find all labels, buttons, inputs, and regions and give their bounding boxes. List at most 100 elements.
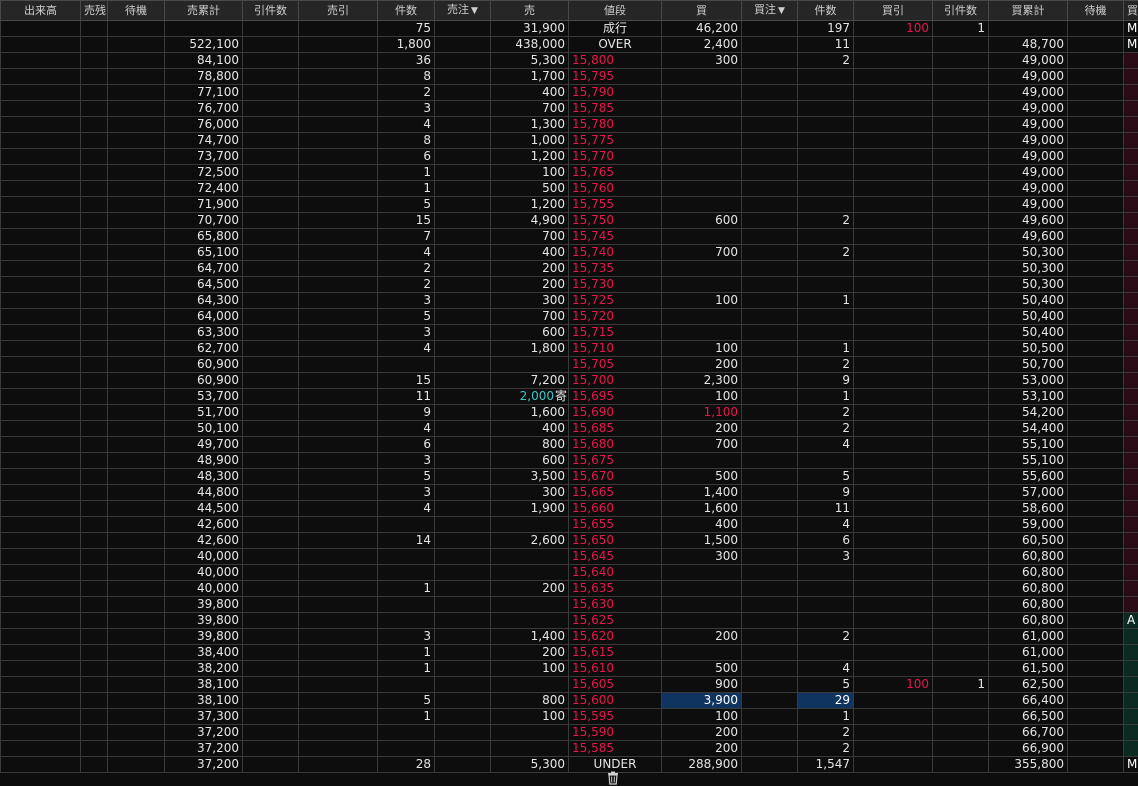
sell-order-cell[interactable] bbox=[434, 644, 491, 661]
header-buy-order[interactable]: 買注 ▼ bbox=[741, 0, 798, 21]
buy-order-cell[interactable] bbox=[741, 532, 798, 549]
header-price[interactable]: 値段 bbox=[568, 0, 662, 21]
sell-order-cell[interactable] bbox=[434, 180, 491, 197]
buy-order-cell[interactable] bbox=[741, 756, 798, 773]
order-book-row[interactable]: 37,300 1 100 15,595 100 1 66,500 bbox=[0, 708, 1138, 725]
header-sell-cumulative[interactable]: 売累計 bbox=[164, 0, 243, 21]
sell-order-cell[interactable] bbox=[434, 372, 491, 389]
sell-order-cell[interactable] bbox=[434, 148, 491, 165]
sell-order-cell[interactable] bbox=[434, 452, 491, 469]
order-book-row[interactable]: 74,700 8 1,000 15,775 49,000 bbox=[0, 132, 1138, 149]
buy-order-cell[interactable] bbox=[741, 52, 798, 69]
sell-order-cell[interactable] bbox=[434, 36, 491, 53]
buy-order-cell[interactable] bbox=[741, 212, 798, 229]
order-book-row[interactable]: 76,000 4 1,300 15,780 49,000 bbox=[0, 116, 1138, 133]
header-sell[interactable]: 売 bbox=[490, 0, 569, 21]
header-buy[interactable]: 買 bbox=[661, 0, 742, 21]
order-book-row[interactable]: 40,000 1 200 15,635 60,800 bbox=[0, 580, 1138, 597]
order-book-row[interactable]: 40,000 15,645 300 3 60,800 bbox=[0, 548, 1138, 565]
order-book-row[interactable]: 72,400 1 500 15,760 49,000 bbox=[0, 180, 1138, 197]
header-sell-pull[interactable]: 売引 bbox=[298, 0, 378, 21]
order-book-row[interactable]: 63,300 3 600 15,715 50,400 bbox=[0, 324, 1138, 341]
order-book-row[interactable]: 77,100 2 400 15,790 49,000 bbox=[0, 84, 1138, 101]
order-book-row[interactable]: 64,000 5 700 15,720 50,400 bbox=[0, 308, 1138, 325]
sell-order-cell[interactable] bbox=[434, 548, 491, 565]
order-book-row[interactable]: 62,700 4 1,800 15,710 100 1 50,500 bbox=[0, 340, 1138, 357]
buy-order-cell[interactable] bbox=[741, 596, 798, 613]
order-book-row[interactable]: 73,700 6 1,200 15,770 49,000 bbox=[0, 148, 1138, 165]
order-book-row[interactable]: 39,800 15,625 60,800 A bbox=[0, 612, 1138, 629]
buy-order-cell[interactable] bbox=[741, 100, 798, 117]
buy-order-cell[interactable] bbox=[741, 708, 798, 725]
order-book-row[interactable]: 44,800 3 300 15,665 1,400 9 57,000 bbox=[0, 484, 1138, 501]
order-book-row[interactable]: 84,100 36 5,300 15,800 300 2 49,000 bbox=[0, 52, 1138, 69]
order-book-row[interactable]: 64,500 2 200 15,730 50,300 bbox=[0, 276, 1138, 293]
buy-order-cell[interactable] bbox=[741, 740, 798, 757]
header-buy-cumulative[interactable]: 買累計 bbox=[988, 0, 1068, 21]
order-book-row[interactable]: 37,200 15,590 200 2 66,700 bbox=[0, 724, 1138, 741]
sell-order-cell[interactable] bbox=[434, 756, 491, 773]
order-book-row[interactable]: 48,300 5 3,500 15,670 500 5 55,600 bbox=[0, 468, 1138, 485]
header-buy-remain[interactable]: 買残 bbox=[1123, 0, 1138, 21]
buy-order-cell[interactable] bbox=[741, 516, 798, 533]
order-book-row[interactable]: 38,200 1 100 15,610 500 4 61,500 bbox=[0, 660, 1138, 677]
buy-order-cell[interactable] bbox=[741, 340, 798, 357]
buy-order-cell[interactable] bbox=[741, 356, 798, 373]
sell-order-cell[interactable] bbox=[434, 532, 491, 549]
sell-order-cell[interactable] bbox=[434, 116, 491, 133]
order-book-row[interactable]: 60,900 15,705 200 2 50,700 bbox=[0, 356, 1138, 373]
order-book-row[interactable]: 42,600 15,655 400 4 59,000 bbox=[0, 516, 1138, 533]
buy-order-cell[interactable] bbox=[741, 164, 798, 181]
sell-order-cell[interactable] bbox=[434, 20, 491, 37]
order-book-row[interactable]: 71,900 5 1,200 15,755 49,000 bbox=[0, 196, 1138, 213]
header-buy-pull[interactable]: 買引 bbox=[853, 0, 933, 21]
sell-order-cell[interactable] bbox=[434, 260, 491, 277]
buy-order-cell[interactable] bbox=[741, 692, 798, 709]
sort-down-icon[interactable]: ▼ bbox=[778, 6, 785, 16]
buy-order-cell[interactable] bbox=[741, 468, 798, 485]
buy-order-cell[interactable] bbox=[741, 132, 798, 149]
sell-order-cell[interactable] bbox=[434, 404, 491, 421]
sell-order-cell[interactable] bbox=[434, 292, 491, 309]
buy-order-cell[interactable] bbox=[741, 628, 798, 645]
order-book-row[interactable]: 38,100 15,605 900 5 100 1 62,500 bbox=[0, 676, 1138, 693]
header-sell-remain[interactable]: 売残 bbox=[80, 0, 108, 21]
sell-order-cell[interactable] bbox=[434, 308, 491, 325]
buy-order-cell[interactable] bbox=[741, 660, 798, 677]
order-book-row[interactable]: 44,500 4 1,900 15,660 1,600 11 58,600 bbox=[0, 500, 1138, 517]
buy-order-cell[interactable] bbox=[741, 116, 798, 133]
order-book-row[interactable]: 49,700 6 800 15,680 700 4 55,100 bbox=[0, 436, 1138, 453]
sell-order-cell[interactable] bbox=[434, 692, 491, 709]
sell-order-cell[interactable] bbox=[434, 388, 491, 405]
sell-order-cell[interactable] bbox=[434, 276, 491, 293]
sell-order-cell[interactable] bbox=[434, 164, 491, 181]
order-book-row[interactable]: 65,800 7 700 15,745 49,600 bbox=[0, 228, 1138, 245]
sell-order-cell[interactable] bbox=[434, 580, 491, 597]
sort-down-icon[interactable]: ▼ bbox=[471, 6, 478, 16]
sell-order-cell[interactable] bbox=[434, 500, 491, 517]
sell-order-cell[interactable] bbox=[434, 132, 491, 149]
sell-order-cell[interactable] bbox=[434, 564, 491, 581]
buy-order-cell[interactable] bbox=[741, 452, 798, 469]
order-book-row[interactable]: 48,900 3 600 15,675 55,100 bbox=[0, 452, 1138, 469]
order-book-row[interactable]: 78,800 8 1,700 15,795 49,000 bbox=[0, 68, 1138, 85]
sell-order-cell[interactable] bbox=[434, 516, 491, 533]
sell-order-cell[interactable] bbox=[434, 612, 491, 629]
header-sell-count[interactable]: 件数 bbox=[377, 0, 435, 21]
order-book-row[interactable]: 42,600 14 2,600 15,650 1,500 6 60,500 bbox=[0, 532, 1138, 549]
buy-order-cell[interactable] bbox=[741, 388, 798, 405]
sell-order-cell[interactable] bbox=[434, 724, 491, 741]
order-book-row[interactable]: 60,900 15 7,200 15,700 2,300 9 53,000 bbox=[0, 372, 1138, 389]
sell-order-cell[interactable] bbox=[434, 596, 491, 613]
buy-order-cell[interactable] bbox=[741, 436, 798, 453]
sell-order-cell[interactable] bbox=[434, 436, 491, 453]
buy-order-cell[interactable] bbox=[741, 180, 798, 197]
sell-order-cell[interactable] bbox=[434, 740, 491, 757]
sell-order-cell[interactable] bbox=[434, 340, 491, 357]
order-book-row[interactable]: 64,300 3 300 15,725 100 1 50,400 bbox=[0, 292, 1138, 309]
buy-order-cell[interactable] bbox=[741, 68, 798, 85]
order-book-row[interactable]: 37,200 28 5,300 UNDER 288,900 1,547 355,800 M bbox=[0, 756, 1138, 773]
buy-order-cell[interactable] bbox=[741, 564, 798, 581]
buy-order-cell[interactable] bbox=[741, 292, 798, 309]
sell-order-cell[interactable] bbox=[434, 68, 491, 85]
